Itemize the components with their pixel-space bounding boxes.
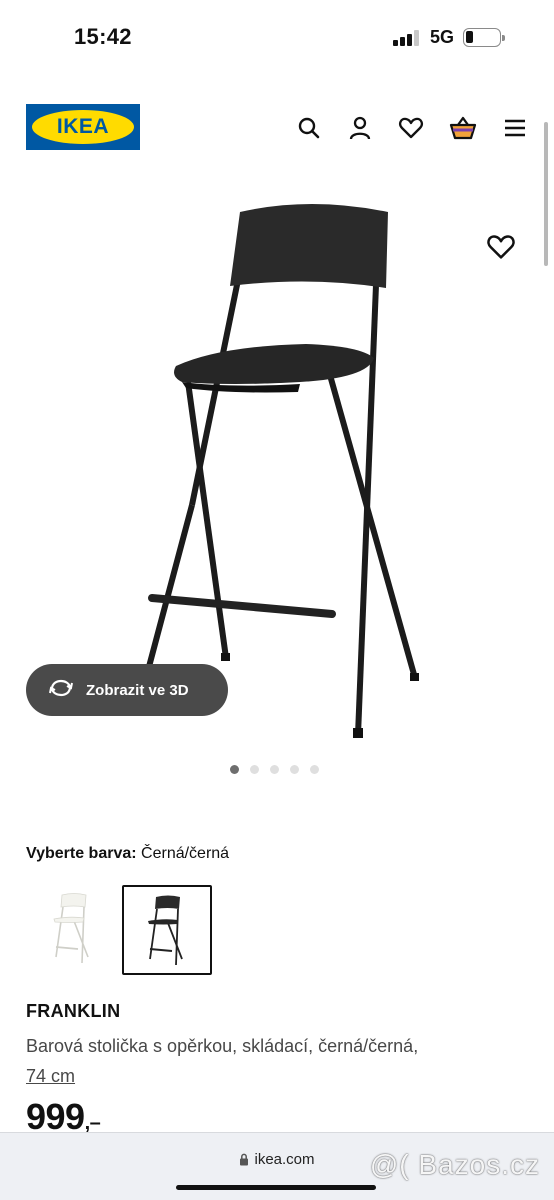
add-to-favorites-icon[interactable] (486, 233, 516, 261)
profile-icon[interactable] (346, 114, 374, 142)
product-size-link[interactable]: 74 cm (26, 1066, 75, 1086)
rotate-3d-icon (48, 678, 74, 703)
status-time: 15:42 (74, 24, 132, 49)
color-swatch-white[interactable] (26, 885, 116, 975)
gallery-dot[interactable] (310, 765, 319, 774)
site-header: IKEA (0, 96, 554, 160)
battery-icon (463, 28, 505, 47)
product-name: FRANKLIN (26, 1001, 121, 1021)
gallery-dot[interactable] (250, 765, 259, 774)
view-in-3d-button[interactable]: Zobrazit ve 3D (26, 664, 228, 716)
search-icon[interactable] (295, 114, 323, 142)
status-bar: 15:42 5G (0, 0, 554, 76)
gallery-dot[interactable] (290, 765, 299, 774)
color-selector-label: Vyberte barva: Černá/černá (26, 845, 229, 863)
price-suffix: ,– (84, 1112, 101, 1134)
home-indicator[interactable] (176, 1185, 376, 1190)
url-text: ikea.com (254, 1151, 315, 1168)
price-value: 999 (26, 1096, 85, 1137)
view-in-3d-label: Zobrazit ve 3D (86, 681, 189, 699)
gallery-dot[interactable] (270, 765, 279, 774)
lock-icon (239, 1153, 249, 1170)
browser-bottom-bar: ikea.com @( Bazos.cz (0, 1132, 554, 1200)
bazos-watermark: @( Bazos.cz (369, 1149, 540, 1180)
ikea-logo[interactable]: IKEA (26, 104, 140, 150)
color-label: Vyberte barva: (26, 845, 137, 862)
product-description-text: Barová stolička s opěrkou, skládací, čer… (26, 1036, 419, 1056)
color-swatch-black[interactable] (122, 885, 212, 975)
menu-icon[interactable] (501, 114, 529, 142)
gallery-dot[interactable] (230, 765, 239, 774)
product-description: Barová stolička s opěrkou, skládací, čer… (26, 1031, 526, 1091)
gallery-pagination (230, 765, 319, 774)
network-type: 5G (430, 27, 455, 47)
favorite-icon[interactable] (397, 114, 425, 142)
signal-icon (393, 30, 421, 46)
selected-color-value: Černá/černá (141, 845, 230, 862)
logo-text: IKEA (56, 115, 110, 138)
cart-icon[interactable] (449, 114, 477, 142)
